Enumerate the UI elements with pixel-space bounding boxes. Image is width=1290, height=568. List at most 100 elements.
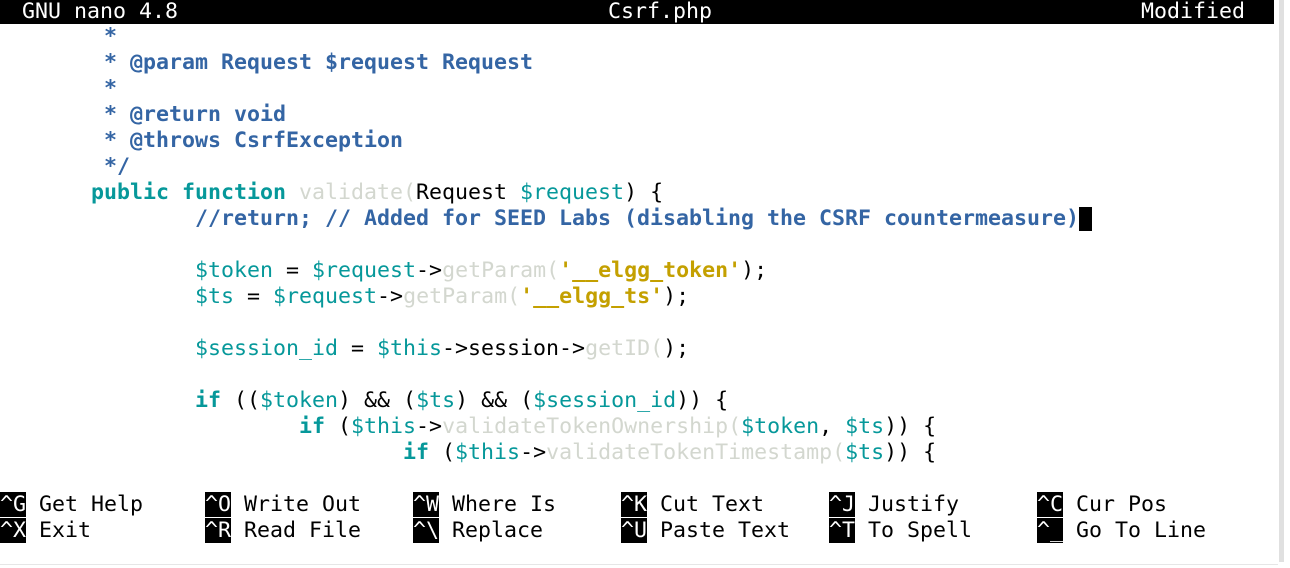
code-token-func: validateTokenTimestamp(	[546, 440, 846, 465]
scrollbar[interactable]	[1279, 0, 1284, 562]
shortcut-replace: ^\ Replace	[413, 518, 543, 544]
code-line: *	[0, 24, 117, 50]
code-token-plain: (	[338, 414, 352, 439]
code-token-var: $request	[312, 258, 417, 283]
code-token-var: $ts	[845, 440, 885, 465]
code-token-func: validate(	[299, 180, 417, 205]
code-line: */	[0, 154, 130, 180]
file-name: Csrf.php	[608, 0, 713, 24]
code-token-comment: //return; // Added for SEED Labs (disabl…	[0, 206, 1080, 231]
code-token-keyword: if	[0, 414, 339, 439]
shortcut-exit: ^X Exit	[0, 518, 91, 544]
code-token-var: $request	[520, 180, 625, 205]
shortcut-key: ^J	[829, 492, 856, 517]
shortcut-key: ^C	[1037, 492, 1064, 517]
code-token-keyword: public function	[0, 180, 300, 205]
code-token-plain: ,	[819, 414, 846, 439]
code-token-plain: );	[741, 258, 768, 283]
window-bottom-border	[0, 564, 1278, 565]
code-token-string: '__elgg_ts'	[520, 284, 664, 309]
shortcut-cur-pos: ^C Cur Pos	[1037, 492, 1167, 518]
code-line: //return; // Added for SEED Labs (disabl…	[0, 206, 1093, 232]
shortcut-write-out: ^O Write Out	[205, 492, 361, 518]
code-line: * @return void	[0, 102, 286, 128]
shortcut-where-is: ^W Where Is	[413, 492, 556, 518]
code-token-plain: =	[234, 284, 274, 309]
shortcut-justify: ^J Justify	[829, 492, 959, 518]
terminal-window: GNU nano 4.8 Csrf.php Modified * * @para…	[0, 0, 1274, 568]
code-line: if (($token) && ($ts) && ($session_id)) …	[0, 388, 728, 414]
code-token-comment: */	[0, 154, 131, 179]
code-token-plain: ->	[416, 414, 443, 439]
code-token-plain: ) && (	[338, 388, 417, 413]
code-token-var: $this	[351, 414, 417, 439]
code-token-var: $token	[260, 388, 339, 413]
code-token-plain: =	[273, 258, 313, 283]
shortcut-label: Justify	[855, 492, 960, 517]
nano-title-bar: GNU nano 4.8 Csrf.php Modified	[0, 0, 1274, 24]
shortcut-key: ^U	[621, 518, 648, 543]
shortcut-label: Write Out	[231, 492, 362, 517]
code-token-plain: =	[338, 336, 378, 361]
code-token-func: getParam(	[442, 258, 560, 283]
code-token-var: $session_id	[533, 388, 677, 413]
shortcut-key: ^G	[0, 492, 27, 517]
shortcut-cut-text: ^K Cut Text	[621, 492, 764, 518]
shortcut-label: Replace	[439, 518, 544, 543]
shortcut-label: Cur Pos	[1063, 492, 1168, 517]
code-line: *	[0, 76, 117, 102]
shortcut-get-help: ^G Get Help	[0, 492, 143, 518]
code-token-func: getID(	[585, 336, 664, 361]
shortcut-key: ^_	[1037, 518, 1064, 543]
code-line: public function validate(Request $reques…	[0, 180, 663, 206]
code-line: if ($this->validateTokenOwnership($token…	[0, 414, 936, 440]
shortcut-read-file: ^R Read File	[205, 518, 361, 544]
code-token-comment: * @return void	[0, 102, 287, 127]
shortcut-label: Go To Line	[1063, 518, 1207, 543]
code-token-string: '__elgg_token'	[559, 258, 742, 283]
code-token-plain: ->	[520, 440, 547, 465]
code-token-var: $token	[741, 414, 820, 439]
shortcut-label: Where Is	[439, 492, 557, 517]
shortcut-label: Paste Text	[647, 518, 791, 543]
code-token-plain: )) {	[676, 388, 729, 413]
code-token-func: validateTokenOwnership(	[442, 414, 742, 439]
shortcut-label: Exit	[26, 518, 92, 543]
code-token-plain: )) {	[884, 440, 937, 465]
code-token-comment: * @param Request $request Request	[0, 50, 534, 75]
code-line: if ($this->validateTokenTimestamp($ts)) …	[0, 440, 936, 466]
code-token-plain: ->	[377, 284, 404, 309]
code-token-keyword: if	[0, 388, 235, 413]
code-token-keyword: if	[0, 440, 443, 465]
shortcut-label: Get Help	[26, 492, 144, 517]
code-line: $session_id = $this->session->getID();	[0, 336, 689, 362]
shortcut-label: Read File	[231, 518, 362, 543]
shortcut-key: ^K	[621, 492, 648, 517]
code-line: $ts = $request->getParam('__elgg_ts');	[0, 284, 689, 310]
code-line: $token = $request->getParam('__elgg_toke…	[0, 258, 767, 284]
code-token-plain: )) {	[884, 414, 937, 439]
code-token-var: $session_id	[0, 336, 339, 361]
code-token-plain: );	[663, 284, 690, 309]
code-token-var: $ts	[0, 284, 235, 309]
code-token-var: $ts	[416, 388, 456, 413]
code-line: * @throws CsrfException	[0, 128, 403, 154]
code-token-var: $request	[273, 284, 378, 309]
code-token-comment: *	[0, 24, 118, 49]
shortcut-paste-text: ^U Paste Text	[621, 518, 790, 544]
code-token-plain: ->session->	[442, 336, 586, 361]
shortcut-go-to-line: ^_ Go To Line	[1037, 518, 1206, 544]
code-token-plain: Request	[416, 180, 521, 205]
code-token-var: $token	[0, 258, 274, 283]
app-version: GNU nano 4.8	[22, 0, 179, 24]
shortcut-label: To Spell	[855, 518, 973, 543]
shortcut-key: ^\	[413, 518, 440, 543]
code-token-plain: );	[663, 336, 690, 361]
code-token-plain: (	[442, 440, 456, 465]
code-token-plain: ) {	[624, 180, 664, 205]
shortcut-key: ^X	[0, 518, 27, 543]
code-line: * @param Request $request Request	[0, 50, 533, 76]
code-token-func: getParam(	[403, 284, 521, 309]
code-token-plain: ->	[416, 258, 443, 283]
code-token-var: $this	[377, 336, 443, 361]
